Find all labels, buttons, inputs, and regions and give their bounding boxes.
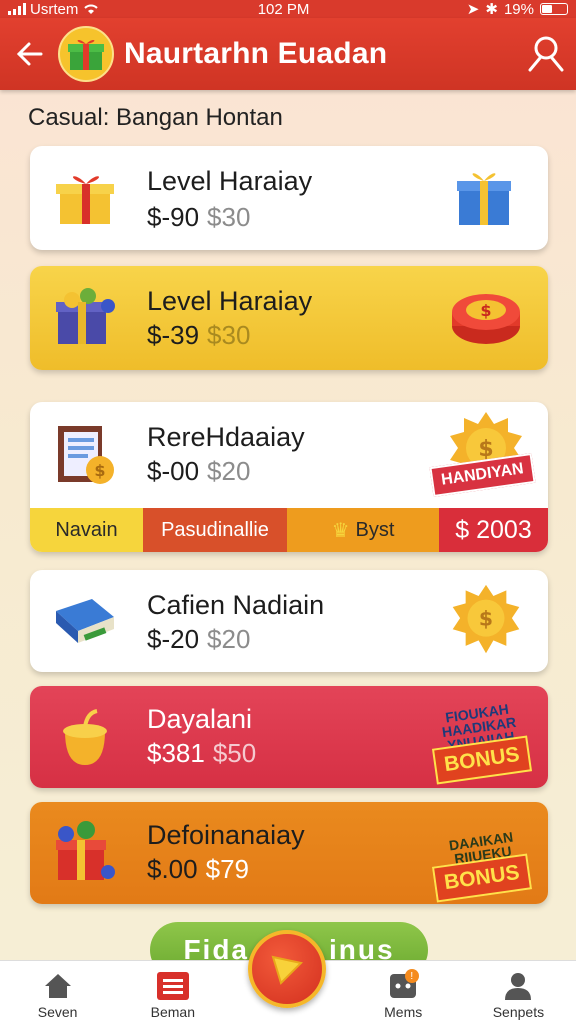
ledger-coin-icon: $	[50, 420, 120, 490]
offer-card-2[interactable]: Level Haraiay $-39 $30 $	[30, 266, 548, 370]
book-icon	[50, 586, 120, 656]
card-title: Dayalani	[147, 704, 253, 734]
play-fab-button[interactable]	[248, 930, 326, 1008]
back-button[interactable]	[0, 18, 58, 90]
back-arrow-icon	[16, 42, 43, 66]
play-arrow-icon	[271, 955, 304, 985]
gift-logo-icon	[58, 26, 114, 82]
old-price: $20	[207, 456, 251, 486]
old-price: $30	[207, 320, 251, 350]
card-price: $-90 $30	[147, 202, 251, 232]
svg-text:$: $	[94, 461, 105, 480]
card-price: $-20 $20	[147, 624, 251, 654]
status-bar: Usrtem 102 PM ➤ ✱ 19%	[0, 0, 576, 18]
gift-box-icon	[50, 163, 120, 233]
tag-bar: Navain Pasudinallie ♛ Byst $ 2003	[30, 508, 548, 552]
offer-card-3[interactable]: $ RereHdaaiay $-00 $20 $ HANDIYAN Navain …	[30, 402, 548, 552]
bluetooth-icon: ✱	[485, 1, 498, 18]
card-price: $-00 $20	[147, 456, 251, 486]
battery-icon	[539, 3, 568, 15]
app-header: Naurtarhn Euadan	[0, 18, 576, 90]
offer-card-4[interactable]: Cafien Nadiain $-20 $20 $	[30, 570, 548, 672]
sun-coin-icon: $	[446, 580, 526, 660]
list-icon	[156, 972, 189, 1000]
offer-card-1[interactable]: Level Haraiay $-90 $30	[30, 146, 548, 250]
card-title: RereHdaaiay	[147, 422, 305, 452]
notification-badge: !	[404, 969, 419, 983]
honey-pot-icon	[50, 702, 120, 772]
offer-card-6[interactable]: Defoinanaiay $.00 $79 DAAIKAN RIIUEKU BON…	[30, 802, 548, 904]
tab-seven[interactable]: Seven	[0, 961, 115, 1024]
svg-text:$: $	[479, 607, 493, 631]
profile-button[interactable]	[516, 18, 576, 90]
tab-senpets[interactable]: Senpets	[461, 961, 576, 1024]
card-price: $-39 $30	[147, 320, 251, 350]
wifi-icon	[84, 4, 99, 14]
person-icon	[505, 973, 532, 1000]
card-price: $.00 $79	[147, 854, 249, 884]
battery-percent: 19%	[503, 0, 534, 18]
svg-text:$: $	[480, 301, 491, 320]
gift-bundle-icon	[50, 818, 120, 888]
old-price: $30	[207, 202, 251, 232]
card-title: Level Haraiay	[147, 286, 313, 316]
card-title: Level Haraiay	[147, 166, 313, 196]
old-price: $20	[207, 624, 251, 654]
tab-beman[interactable]: Beman	[115, 961, 230, 1024]
card-title: Defoinanaiay	[147, 820, 305, 850]
user-icon	[528, 36, 564, 72]
card-price: $381 $50	[147, 738, 257, 768]
tab-mems[interactable]: ! Mems	[346, 961, 461, 1024]
home-icon	[44, 974, 71, 998]
chip-coin-icon: $	[446, 278, 526, 358]
card-title: Cafien Nadiain	[147, 590, 325, 620]
location-icon: ➤	[466, 1, 480, 18]
blue-gift-icon	[446, 158, 526, 238]
offer-card-5[interactable]: Dayalani $381$50 FIOUKAH HAADIKAR YNUAII…	[30, 686, 548, 788]
carrier-label: Usrtem	[30, 0, 79, 18]
old-price: $50	[212, 738, 257, 768]
clock: 102 PM	[257, 0, 310, 18]
tag-navain[interactable]: Navain	[30, 508, 143, 552]
tag-price[interactable]: $ 2003	[439, 508, 548, 552]
treasure-box-icon	[50, 282, 120, 352]
page-title: Naurtarhn Euadan	[124, 37, 388, 70]
tag-byst[interactable]: ♛ Byst	[287, 508, 439, 552]
old-price: $79	[205, 854, 249, 884]
crown-icon: ♛	[331, 519, 350, 542]
category-label: Casual: Bangan Hontan	[28, 104, 283, 131]
signal-icon	[8, 3, 26, 15]
tag-pasudinallie[interactable]: Pasudinallie	[143, 508, 287, 552]
